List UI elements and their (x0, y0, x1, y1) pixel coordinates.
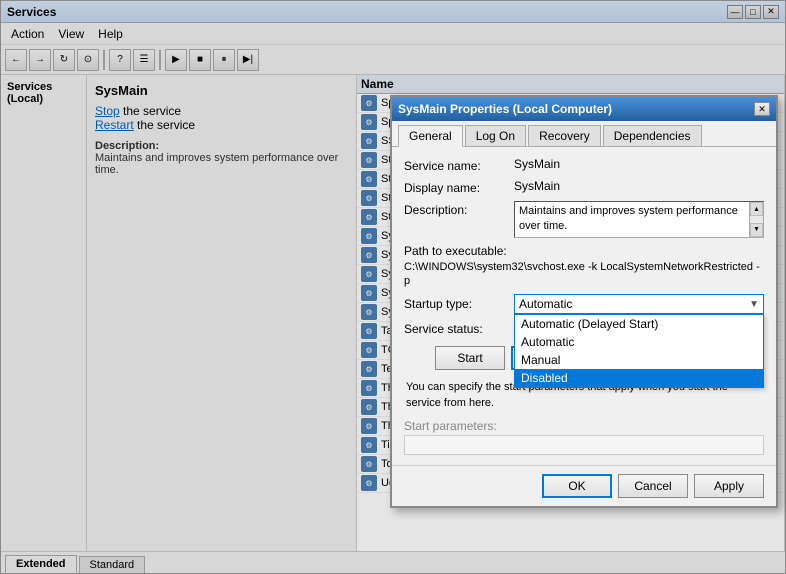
startup-type-box[interactable]: Automatic ▼ (514, 294, 764, 314)
modal-overlay: SysMain Properties (Local Computer) ✕ Ge… (0, 0, 786, 574)
startup-type-value: Automatic (519, 297, 572, 311)
startup-type-dropdown[interactable]: Automatic ▼ Automatic (Delayed Start) Au… (514, 294, 764, 314)
service-name-value: SysMain (514, 157, 764, 171)
dialog-tab-logon[interactable]: Log On (465, 125, 526, 146)
properties-dialog: SysMain Properties (Local Computer) ✕ Ge… (390, 95, 778, 508)
scroll-up-arrow[interactable]: ▲ (750, 202, 763, 216)
cancel-button[interactable]: Cancel (618, 474, 688, 498)
description-row: Description: Maintains and improves syst… (404, 201, 764, 238)
description-field-text: Maintains and improves system performanc… (515, 202, 749, 237)
description-scrollbar: ▲ ▼ (749, 202, 763, 237)
description-field-wrapper: Maintains and improves system performanc… (514, 201, 764, 238)
path-label: Path to executable: (404, 244, 764, 258)
startup-type-row: Startup type: Automatic ▼ Automatic (Del… (404, 294, 764, 314)
dialog-close-button[interactable]: ✕ (754, 102, 770, 116)
option-auto-delayed[interactable]: Automatic (Delayed Start) (515, 315, 763, 333)
dialog-tabs: General Log On Recovery Dependencies (392, 121, 776, 147)
option-automatic[interactable]: Automatic (515, 333, 763, 351)
path-value: C:\WINDOWS\system32\svchost.exe -k Local… (404, 260, 764, 289)
scroll-down-arrow[interactable]: ▼ (750, 223, 763, 237)
service-name-label: Service name: (404, 157, 514, 173)
startup-dropdown-menu: Automatic (Delayed Start) Automatic Manu… (514, 314, 764, 388)
dialog-tab-general[interactable]: General (398, 125, 463, 147)
display-name-label: Display name: (404, 179, 514, 195)
dialog-tab-dependencies[interactable]: Dependencies (603, 125, 702, 146)
startup-type-label: Startup type: (404, 297, 514, 311)
apply-button[interactable]: Apply (694, 474, 764, 498)
params-label: Start parameters: (404, 419, 764, 433)
option-disabled[interactable]: Disabled (515, 369, 763, 387)
params-input[interactable] (404, 435, 764, 455)
display-name-value: SysMain (514, 179, 764, 193)
dialog-title: SysMain Properties (Local Computer) (398, 102, 612, 116)
description-label: Description: (404, 201, 514, 217)
path-section: Path to executable: C:\WINDOWS\system32\… (404, 244, 764, 289)
service-name-row: Service name: SysMain (404, 157, 764, 173)
dropdown-arrow-icon: ▼ (749, 299, 759, 310)
scroll-track (750, 216, 763, 223)
option-manual[interactable]: Manual (515, 351, 763, 369)
ok-button[interactable]: OK (542, 474, 612, 498)
service-status-label: Service status: (404, 322, 514, 336)
start-button[interactable]: Start (435, 346, 505, 370)
display-name-row: Display name: SysMain (404, 179, 764, 195)
dialog-content: Service name: SysMain Display name: SysM… (392, 147, 776, 465)
dialog-tab-recovery[interactable]: Recovery (528, 125, 601, 146)
dialog-title-bar: SysMain Properties (Local Computer) ✕ (392, 97, 776, 121)
dialog-footer: OK Cancel Apply (392, 465, 776, 506)
